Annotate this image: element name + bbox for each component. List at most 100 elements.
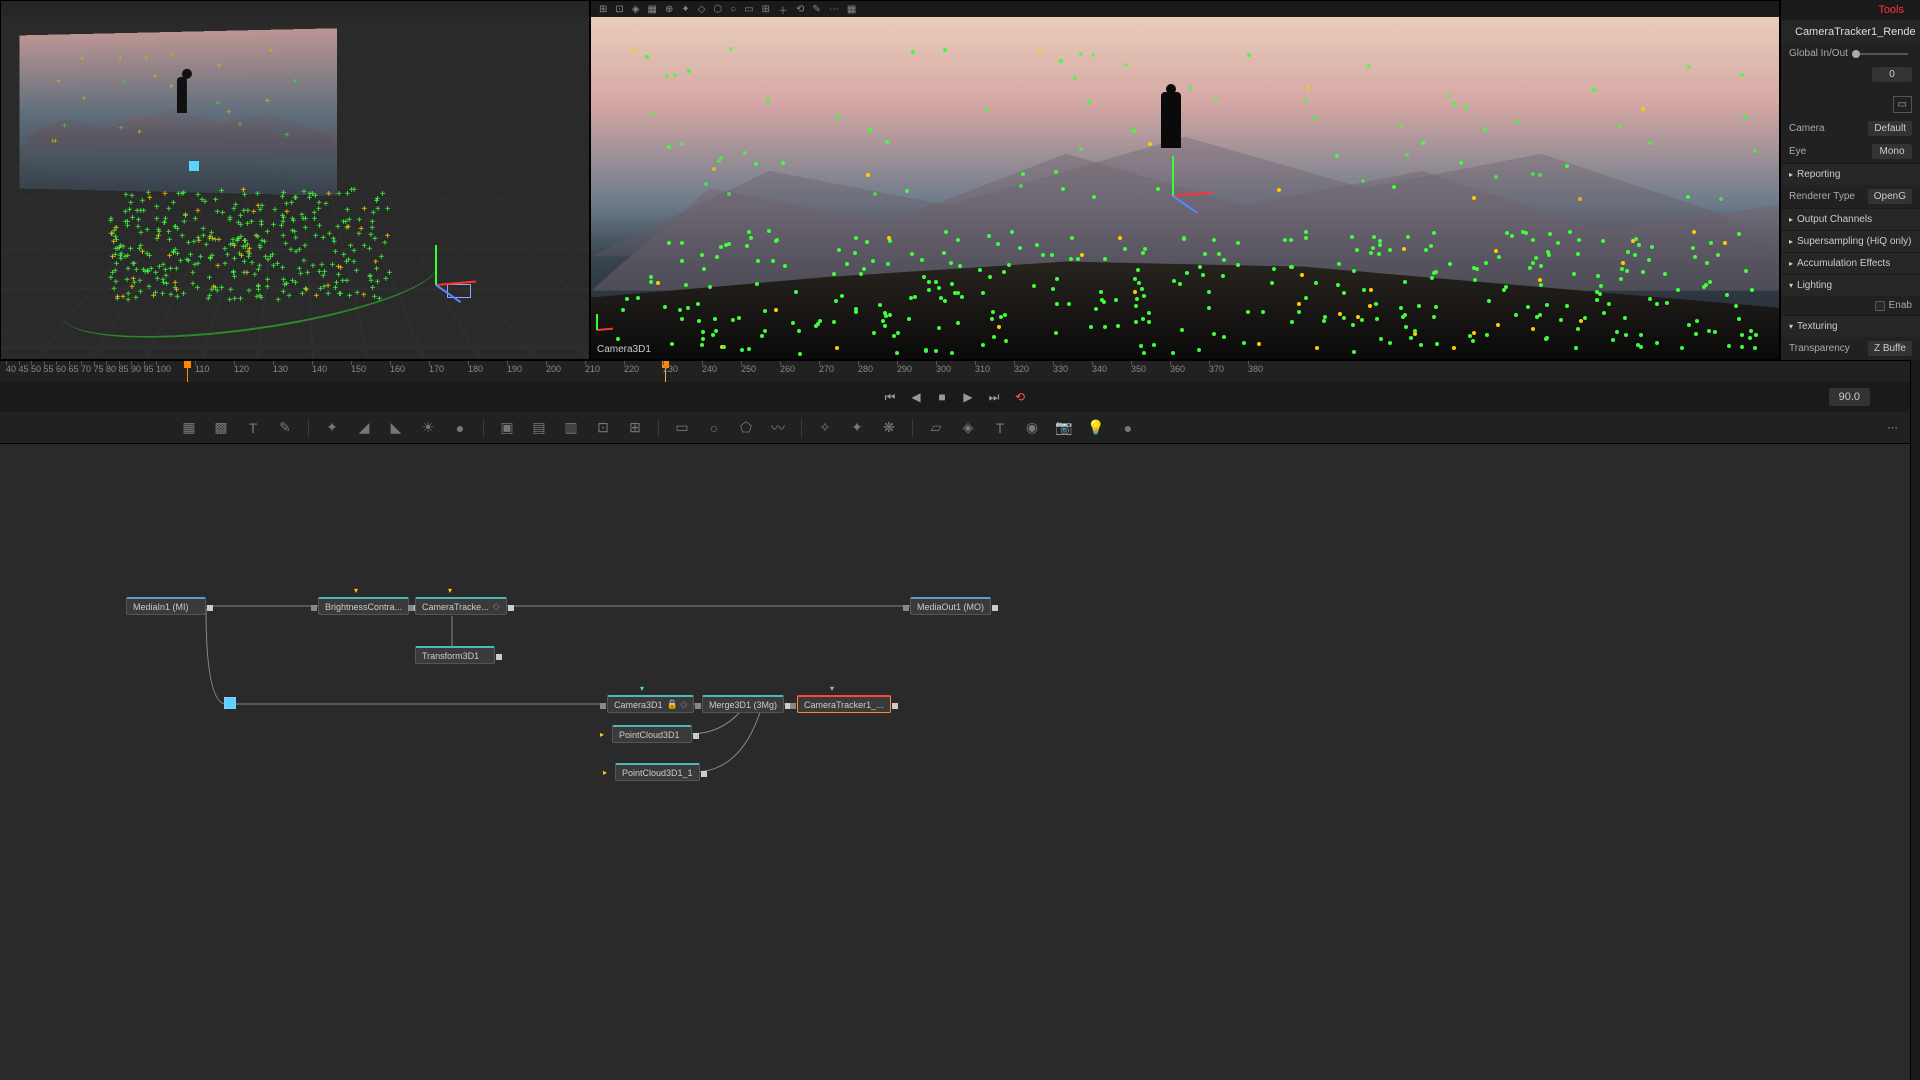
- transform-tool-icon[interactable]: ⊞: [626, 419, 644, 437]
- viewport-tool-icon[interactable]: ▭: [744, 4, 753, 15]
- section-reporting[interactable]: ▸Reporting: [1781, 163, 1920, 185]
- ellipse-mask-icon[interactable]: ○: [705, 419, 723, 437]
- fastnoise-tool-icon[interactable]: ▩: [212, 419, 230, 437]
- node-port-tri[interactable]: ▸: [603, 768, 607, 777]
- node-graph[interactable]: MediaIn1 (MI) ▾ BrightnessContra... ▾ Ca…: [0, 444, 1910, 1080]
- viewport-tool-icon[interactable]: ⊡: [615, 4, 623, 15]
- node-view-indicator[interactable]: ▾: [448, 586, 452, 595]
- global-inout-slider[interactable]: [1852, 53, 1908, 55]
- lighting-enable-checkbox[interactable]: [1875, 301, 1885, 311]
- hue-tool-icon[interactable]: ◣: [387, 419, 405, 437]
- node-view-indicator[interactable]: ▾: [830, 684, 834, 693]
- node-mediain[interactable]: MediaIn1 (MI): [126, 597, 206, 615]
- viewport-tool-icon[interactable]: ✎: [812, 4, 820, 15]
- renderer3d-tool-icon[interactable]: ●: [1119, 419, 1137, 437]
- imageplane-tool-icon[interactable]: ▱: [927, 419, 945, 437]
- rectangle-mask-icon[interactable]: ▭: [673, 419, 691, 437]
- shape3d-tool-icon[interactable]: ◈: [959, 419, 977, 437]
- section-lighting[interactable]: ▾Lighting: [1781, 274, 1920, 296]
- section-output-channels[interactable]: ▸Output Channels: [1781, 208, 1920, 230]
- node-cameratracker[interactable]: CameraTracke... ◇: [415, 597, 507, 615]
- node-port-out[interactable]: [496, 654, 502, 660]
- timeline-ruler[interactable]: 4045505560657075808590951001101201301401…: [0, 360, 1910, 382]
- node-merge3d[interactable]: Merge3D1 (3Mg): [702, 695, 784, 713]
- node-port-in[interactable]: [311, 605, 317, 611]
- node-port-in[interactable]: [695, 703, 701, 709]
- node-port-out[interactable]: [992, 605, 998, 611]
- node-port-out[interactable]: [701, 771, 707, 777]
- node-port-out[interactable]: [892, 703, 898, 709]
- eye-value[interactable]: Mono: [1872, 144, 1912, 159]
- node-mediaout[interactable]: MediaOut1 (MO): [910, 597, 991, 615]
- node-port-out[interactable]: [693, 733, 699, 739]
- paint-tool-icon[interactable]: ✎: [276, 419, 294, 437]
- viewport-tool-icon[interactable]: ▦: [847, 4, 856, 15]
- camera3d-tool-icon[interactable]: 📷: [1055, 419, 1073, 437]
- text3d-tool-icon[interactable]: T: [991, 419, 1009, 437]
- pemitter-tool-icon[interactable]: ✦: [848, 419, 866, 437]
- polygon-mask-icon[interactable]: ⬠: [737, 419, 755, 437]
- viewport-tool-icon[interactable]: ▦: [647, 4, 656, 15]
- viewport-tool-icon[interactable]: ⊕: [665, 4, 673, 15]
- node-pipe-router[interactable]: [224, 697, 236, 709]
- camera-value[interactable]: Default: [1868, 121, 1912, 136]
- particles-tool-icon[interactable]: ✧: [816, 419, 834, 437]
- section-accumulation[interactable]: ▸Accumulation Effects: [1781, 252, 1920, 274]
- text-tool-icon[interactable]: T: [244, 419, 262, 437]
- channelboolean-tool-icon[interactable]: ▤: [530, 419, 548, 437]
- viewport-tool-icon[interactable]: ⋯: [829, 4, 839, 15]
- inspector-tab-icon[interactable]: ▭: [1893, 96, 1912, 113]
- merge3d-tool-icon[interactable]: ◉: [1023, 419, 1041, 437]
- brightness-tool-icon[interactable]: ☀: [419, 419, 437, 437]
- go-to-start-button[interactable]: ⏮: [882, 389, 898, 405]
- play-button[interactable]: ▶: [960, 389, 976, 405]
- viewport-tool-icon[interactable]: ＋: [778, 2, 788, 17]
- viewport-3d-left[interactable]: ++++++++++++++++++++++ +++++++++++++++++…: [0, 0, 590, 360]
- node-port-in[interactable]: [903, 605, 909, 611]
- node-port-in[interactable]: [408, 605, 414, 611]
- bspline-mask-icon[interactable]: 〰: [769, 419, 787, 437]
- light-tool-icon[interactable]: 💡: [1087, 419, 1105, 437]
- viewport-tool-icon[interactable]: ◇: [698, 4, 706, 15]
- section-texturing[interactable]: ▾Texturing: [1781, 315, 1920, 337]
- stop-button[interactable]: ■: [934, 389, 950, 405]
- node-port-in[interactable]: [790, 703, 796, 709]
- go-to-end-button[interactable]: ⏭: [986, 389, 1002, 405]
- node-view-indicator[interactable]: ▾: [354, 586, 358, 595]
- renderer-type-value[interactable]: OpenG: [1868, 189, 1912, 204]
- play-reverse-button[interactable]: ◀: [908, 389, 924, 405]
- matte-tool-icon[interactable]: ▥: [562, 419, 580, 437]
- section-supersampling[interactable]: ▸Supersampling (HiQ only): [1781, 230, 1920, 252]
- colorcorrect-tool-icon[interactable]: ◢: [355, 419, 373, 437]
- viewport-tool-icon[interactable]: ⬡: [713, 4, 722, 15]
- current-frame-display[interactable]: 90.0: [1829, 388, 1870, 406]
- node-port-in[interactable]: [600, 703, 606, 709]
- viewport-tool-icon[interactable]: ⊞: [762, 4, 770, 15]
- locator-3d[interactable]: [189, 161, 199, 171]
- global-inout-value[interactable]: 0: [1872, 67, 1912, 82]
- prender-tool-icon[interactable]: ❋: [880, 419, 898, 437]
- tool-shelf-more[interactable]: ⋯: [1887, 421, 1900, 434]
- loop-button[interactable]: ⟲: [1012, 389, 1028, 405]
- playhead[interactable]: [187, 361, 188, 382]
- resize-tool-icon[interactable]: ⊡: [594, 419, 612, 437]
- viewport-tool-icon[interactable]: ⟲: [796, 4, 804, 15]
- node-transform3d[interactable]: Transform3D1: [415, 646, 495, 664]
- blur-tool-icon[interactable]: ●: [451, 419, 469, 437]
- background-tool-icon[interactable]: ▦: [180, 419, 198, 437]
- node-port-tri[interactable]: ▸: [600, 730, 604, 739]
- tracker-tool-icon[interactable]: ✦: [323, 419, 341, 437]
- node-view-indicator[interactable]: ▾: [640, 684, 644, 693]
- node-port-out[interactable]: [207, 605, 213, 611]
- inspector-tab-tools[interactable]: Tools: [1870, 2, 1912, 18]
- node-camera3d[interactable]: Camera3D1 🔒 ◇: [607, 695, 694, 713]
- viewport-tool-icon[interactable]: ◈: [632, 4, 640, 15]
- transparency-value[interactable]: Z Buffe: [1868, 341, 1912, 356]
- viewport-tool-icon[interactable]: ○: [730, 4, 736, 15]
- node-port-out[interactable]: [508, 605, 514, 611]
- viewport-camera-right[interactable]: ⊞⊡◈▦⊕✦◇⬡○▭⊞＋⟲✎⋯▦ Camer: [590, 0, 1780, 360]
- node-brightness[interactable]: BrightnessContra...: [318, 597, 409, 615]
- merge-tool-icon[interactable]: ▣: [498, 419, 516, 437]
- node-cameratracker-renderer[interactable]: CameraTracker1_...: [797, 695, 891, 713]
- node-pointcloud1[interactable]: PointCloud3D1: [612, 725, 692, 743]
